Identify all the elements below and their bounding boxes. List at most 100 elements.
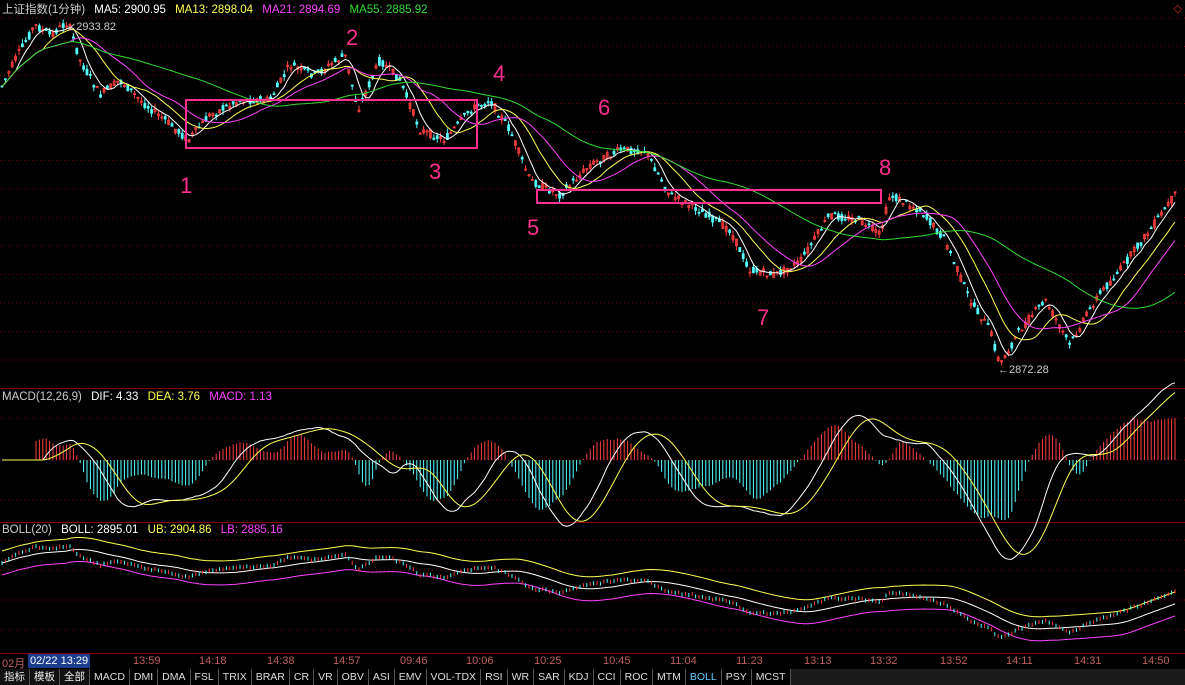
candle-body [670, 192, 674, 195]
tab-psy[interactable]: PSY [721, 669, 752, 685]
candle-body [728, 229, 731, 233]
candle-body [469, 111, 473, 114]
candle-body [701, 209, 704, 213]
axis-tick: 13:52 [940, 655, 968, 667]
candle-body [820, 228, 823, 231]
candle-body [72, 36, 75, 39]
candle-body [221, 105, 225, 111]
candle-body [809, 243, 813, 246]
candle-body [928, 218, 932, 226]
candle-body [952, 262, 956, 264]
candle-body [962, 282, 966, 285]
tab-vol-tdx[interactable]: VOL-TDX [426, 669, 482, 685]
candle-body [496, 116, 500, 118]
candle-body [1041, 302, 1044, 306]
chart-canvas[interactable] [0, 0, 1185, 653]
tab-brar[interactable]: BRAR [251, 669, 290, 685]
candle-body [1088, 307, 1092, 310]
annotation-2: 2 [346, 25, 359, 50]
boll-mid: BOLL: 2895.01 [61, 524, 139, 536]
axis-tick: 10:25 [534, 655, 562, 667]
candle-body [231, 101, 235, 105]
axis-tick: 11:23 [736, 655, 763, 667]
candle-body [292, 62, 296, 66]
tab-wr[interactable]: WR [507, 669, 535, 685]
boll-mid-line [1, 549, 1176, 630]
candle-body [1126, 256, 1129, 264]
candle-body [486, 101, 490, 104]
macd-dea: DEA: 3.76 [147, 391, 201, 403]
tab-template[interactable]: 模板 [30, 669, 60, 685]
candle-body [1149, 227, 1153, 230]
candle-body [833, 212, 837, 215]
tab-roc[interactable]: ROC [620, 669, 653, 685]
annotation-1: 1 [180, 173, 193, 198]
candle-body [1017, 328, 1020, 330]
ma21-label: MA21: 2894.69 [262, 4, 341, 16]
axis-tick: 14:38 [267, 655, 295, 667]
chart-title: 上证指数(1分钟) [2, 4, 86, 16]
tab-asi[interactable]: ASI [368, 669, 395, 685]
ma13-label: MA13: 2898.04 [175, 4, 254, 16]
candle-body [177, 129, 181, 134]
tab-dmi[interactable]: DMI [129, 669, 159, 685]
tab-macd[interactable]: MACD [90, 669, 130, 685]
tab-fsl[interactable]: FSL [190, 669, 219, 685]
tab-obv[interactable]: OBV [337, 669, 369, 685]
candle-body [1010, 342, 1014, 349]
boll-lower-line [1, 561, 1176, 642]
tab-vr[interactable]: VR [314, 669, 338, 685]
time-axis: 02月 13:59 14:18 14:38 14:57 09:46 10:06 … [0, 654, 1185, 670]
tab-indicator[interactable]: 指标 [0, 669, 30, 685]
low-price-label: ←2872.28 [998, 364, 1049, 376]
high-price-label: ↙2933.82 [67, 21, 116, 33]
tab-rsi[interactable]: RSI [481, 669, 508, 685]
candle-body [333, 57, 337, 62]
candle-body [894, 194, 898, 201]
tab-emv[interactable]: EMV [394, 669, 427, 685]
candle-body [1071, 336, 1075, 339]
tab-cr[interactable]: CR [289, 669, 315, 685]
tab-mcst[interactable]: MCST [751, 669, 791, 685]
candle-body [92, 85, 96, 88]
candle-body [949, 251, 952, 254]
tab-sar[interactable]: SAR [534, 669, 565, 685]
ma-line [1, 41, 1176, 309]
candle-body [20, 43, 24, 48]
candle-body [843, 218, 847, 221]
tab-trix[interactable]: TRIX [218, 669, 252, 685]
candle-body [622, 147, 626, 150]
candle-body [826, 213, 830, 217]
tab-kdj[interactable]: KDJ [564, 669, 594, 685]
candle-body [650, 158, 653, 161]
candle-body [1068, 342, 1071, 345]
candle-body [99, 94, 102, 98]
macd-header: MACD(12,26,9) DIF: 4.33 DEA: 3.76 MACD: … [2, 391, 278, 403]
candle-body [1064, 334, 1068, 338]
candle-body [660, 179, 663, 182]
candle-body [942, 234, 946, 237]
annotation-7: 7 [757, 305, 770, 330]
tab-boll[interactable]: BOLL [685, 669, 722, 685]
tab-dma[interactable]: DMA [158, 669, 191, 685]
candle-body [38, 25, 41, 32]
candle-body [367, 81, 371, 88]
candle-body [1136, 242, 1139, 249]
tab-mtm[interactable]: MTM [652, 669, 686, 685]
candle-body [1098, 290, 1102, 294]
annotation-3: 3 [429, 159, 442, 184]
axis-tick: 14:18 [199, 655, 227, 667]
candle-body [61, 23, 65, 28]
candle-body [507, 124, 511, 132]
candle-body [745, 261, 748, 267]
axis-tick: 13:13 [804, 655, 832, 667]
tab-cci[interactable]: CCI [593, 669, 621, 685]
candle-body [483, 103, 487, 106]
candle-body [925, 214, 929, 220]
candle-body [82, 65, 85, 70]
candle-body [694, 207, 697, 211]
ma-line [1, 26, 1176, 356]
candle-body [537, 185, 541, 188]
tab-all[interactable]: 全部 [60, 669, 90, 685]
candle-body [401, 85, 405, 89]
